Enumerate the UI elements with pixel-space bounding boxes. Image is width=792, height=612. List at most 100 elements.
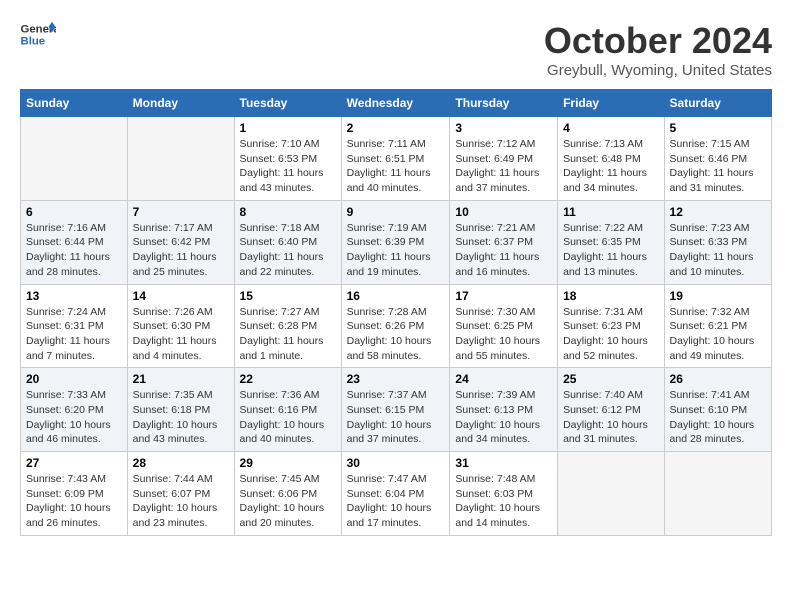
calendar-week-row: 6Sunrise: 7:16 AM Sunset: 6:44 PM Daylig… [21,200,772,284]
calendar-cell: 22Sunrise: 7:36 AM Sunset: 6:16 PM Dayli… [234,368,341,452]
day-info: Sunrise: 7:23 AM Sunset: 6:33 PM Dayligh… [670,221,766,280]
weekday-header: Sunday [21,90,128,117]
day-info: Sunrise: 7:31 AM Sunset: 6:23 PM Dayligh… [563,305,658,364]
day-number: 16 [347,289,445,303]
calendar-cell: 12Sunrise: 7:23 AM Sunset: 6:33 PM Dayli… [664,200,771,284]
page-header: General Blue October 2024 Greybull, Wyom… [20,20,772,79]
calendar-cell: 10 Sunrise: 7:21 AM Sunset: 6:37 PM Dayli… [450,200,558,284]
calendar-table: SundayMondayTuesdayWednesdayThursdayFrid… [20,89,772,536]
day-number: 14 [133,289,229,303]
weekday-header: Saturday [664,90,771,117]
day-info: Sunrise: 7:18 AM Sunset: 6:40 PM Dayligh… [240,221,336,280]
calendar-cell: 11 Sunrise: 7:22 AM Sunset: 6:35 PM Dayli… [558,200,664,284]
day-number: 24 [455,372,552,386]
day-number: 29 [240,456,336,470]
calendar-cell [558,452,664,536]
day-number: 2 [347,121,445,135]
weekday-header: Thursday [450,90,558,117]
day-number: 8 [240,205,336,219]
day-info: Sunrise: 7:48 AM Sunset: 6:03 PM Dayligh… [455,472,552,531]
day-info: Sunrise: 7:30 AM Sunset: 6:25 PM Dayligh… [455,305,552,364]
calendar-cell: 19 Sunrise: 7:32 AM Sunset: 6:21 PM Dayli… [664,284,771,368]
calendar-week-row: 1Sunrise: 7:10 AM Sunset: 6:53 PM Daylig… [21,117,772,201]
day-number: 13 [26,289,122,303]
weekday-header: Monday [127,90,234,117]
month-title: October 2024 [544,20,772,62]
day-number: 15 [240,289,336,303]
calendar-cell: 9 Sunrise: 7:19 AM Sunset: 6:39 PM Daylig… [341,200,450,284]
day-number: 17 [455,289,552,303]
calendar-cell: 8 Sunrise: 7:18 AM Sunset: 6:40 PM Daylig… [234,200,341,284]
calendar-cell [127,117,234,201]
day-number: 6 [26,205,122,219]
calendar-cell: 21Sunrise: 7:35 AM Sunset: 6:18 PM Dayli… [127,368,234,452]
day-number: 4 [563,121,658,135]
header-row: SundayMondayTuesdayWednesdayThursdayFrid… [21,90,772,117]
calendar-cell: 17 Sunrise: 7:30 AM Sunset: 6:25 PM Dayli… [450,284,558,368]
calendar-cell: 2 Sunrise: 7:11 AM Sunset: 6:51 PM Daylig… [341,117,450,201]
calendar-cell: 4Sunrise: 7:13 AM Sunset: 6:48 PM Daylig… [558,117,664,201]
calendar-cell: 30 Sunrise: 7:47 AM Sunset: 6:04 PM Dayli… [341,452,450,536]
day-number: 9 [347,205,445,219]
day-number: 11 [563,205,658,219]
day-info: Sunrise: 7:27 AM Sunset: 6:28 PM Dayligh… [240,305,336,364]
day-number: 31 [455,456,552,470]
svg-text:Blue: Blue [21,36,46,48]
logo-icon: General Blue [20,20,56,48]
day-number: 1 [240,121,336,135]
day-info: Sunrise: 7:40 AM Sunset: 6:12 PM Dayligh… [563,388,658,447]
day-info: Sunrise: 7:33 AM Sunset: 6:20 PM Dayligh… [26,388,122,447]
calendar-week-row: 13 Sunrise: 7:24 AM Sunset: 6:31 PM Dayli… [21,284,772,368]
day-info: Sunrise: 7:11 AM Sunset: 6:51 PM Dayligh… [347,137,445,196]
title-block: October 2024 Greybull, Wyoming, United S… [544,20,772,79]
day-number: 5 [670,121,766,135]
calendar-cell: 28 Sunrise: 7:44 AM Sunset: 6:07 PM Dayli… [127,452,234,536]
calendar-cell: 13 Sunrise: 7:24 AM Sunset: 6:31 PM Dayli… [21,284,128,368]
weekday-header: Tuesday [234,90,341,117]
logo: General Blue [20,20,56,48]
calendar-cell: 27Sunrise: 7:43 AM Sunset: 6:09 PM Dayli… [21,452,128,536]
day-info: Sunrise: 7:44 AM Sunset: 6:07 PM Dayligh… [133,472,229,531]
day-number: 30 [347,456,445,470]
day-number: 23 [347,372,445,386]
day-info: Sunrise: 7:28 AM Sunset: 6:26 PM Dayligh… [347,305,445,364]
day-info: Sunrise: 7:24 AM Sunset: 6:31 PM Dayligh… [26,305,122,364]
day-number: 20 [26,372,122,386]
day-info: Sunrise: 7:45 AM Sunset: 6:06 PM Dayligh… [240,472,336,531]
calendar-cell: 23 Sunrise: 7:37 AM Sunset: 6:15 PM Dayli… [341,368,450,452]
calendar-cell: 5 Sunrise: 7:15 AM Sunset: 6:46 PM Daylig… [664,117,771,201]
calendar-cell: 16 Sunrise: 7:28 AM Sunset: 6:26 PM Dayli… [341,284,450,368]
day-number: 19 [670,289,766,303]
calendar-cell: 24Sunrise: 7:39 AM Sunset: 6:13 PM Dayli… [450,368,558,452]
day-info: Sunrise: 7:35 AM Sunset: 6:18 PM Dayligh… [133,388,229,447]
day-number: 26 [670,372,766,386]
day-number: 3 [455,121,552,135]
calendar-cell: 14Sunrise: 7:26 AM Sunset: 6:30 PM Dayli… [127,284,234,368]
calendar-cell: 7Sunrise: 7:17 AM Sunset: 6:42 PM Daylig… [127,200,234,284]
weekday-header: Friday [558,90,664,117]
calendar-cell [664,452,771,536]
day-number: 28 [133,456,229,470]
day-info: Sunrise: 7:22 AM Sunset: 6:35 PM Dayligh… [563,221,658,280]
day-info: Sunrise: 7:15 AM Sunset: 6:46 PM Dayligh… [670,137,766,196]
day-info: Sunrise: 7:41 AM Sunset: 6:10 PM Dayligh… [670,388,766,447]
day-info: Sunrise: 7:19 AM Sunset: 6:39 PM Dayligh… [347,221,445,280]
day-number: 25 [563,372,658,386]
calendar-cell: 18 Sunrise: 7:31 AM Sunset: 6:23 PM Dayli… [558,284,664,368]
day-number: 10 [455,205,552,219]
calendar-cell: 20 Sunrise: 7:33 AM Sunset: 6:20 PM Dayli… [21,368,128,452]
day-number: 27 [26,456,122,470]
calendar-cell: 31 Sunrise: 7:48 AM Sunset: 6:03 PM Dayli… [450,452,558,536]
day-info: Sunrise: 7:32 AM Sunset: 6:21 PM Dayligh… [670,305,766,364]
calendar-week-row: 27Sunrise: 7:43 AM Sunset: 6:09 PM Dayli… [21,452,772,536]
location-subtitle: Greybull, Wyoming, United States [544,62,772,79]
calendar-cell: 29 Sunrise: 7:45 AM Sunset: 6:06 PM Dayli… [234,452,341,536]
day-info: Sunrise: 7:37 AM Sunset: 6:15 PM Dayligh… [347,388,445,447]
day-info: Sunrise: 7:21 AM Sunset: 6:37 PM Dayligh… [455,221,552,280]
day-number: 18 [563,289,658,303]
calendar-cell [21,117,128,201]
day-info: Sunrise: 7:47 AM Sunset: 6:04 PM Dayligh… [347,472,445,531]
calendar-cell: 6Sunrise: 7:16 AM Sunset: 6:44 PM Daylig… [21,200,128,284]
calendar-cell: 15 Sunrise: 7:27 AM Sunset: 6:28 PM Dayli… [234,284,341,368]
calendar-cell: 25 Sunrise: 7:40 AM Sunset: 6:12 PM Dayli… [558,368,664,452]
